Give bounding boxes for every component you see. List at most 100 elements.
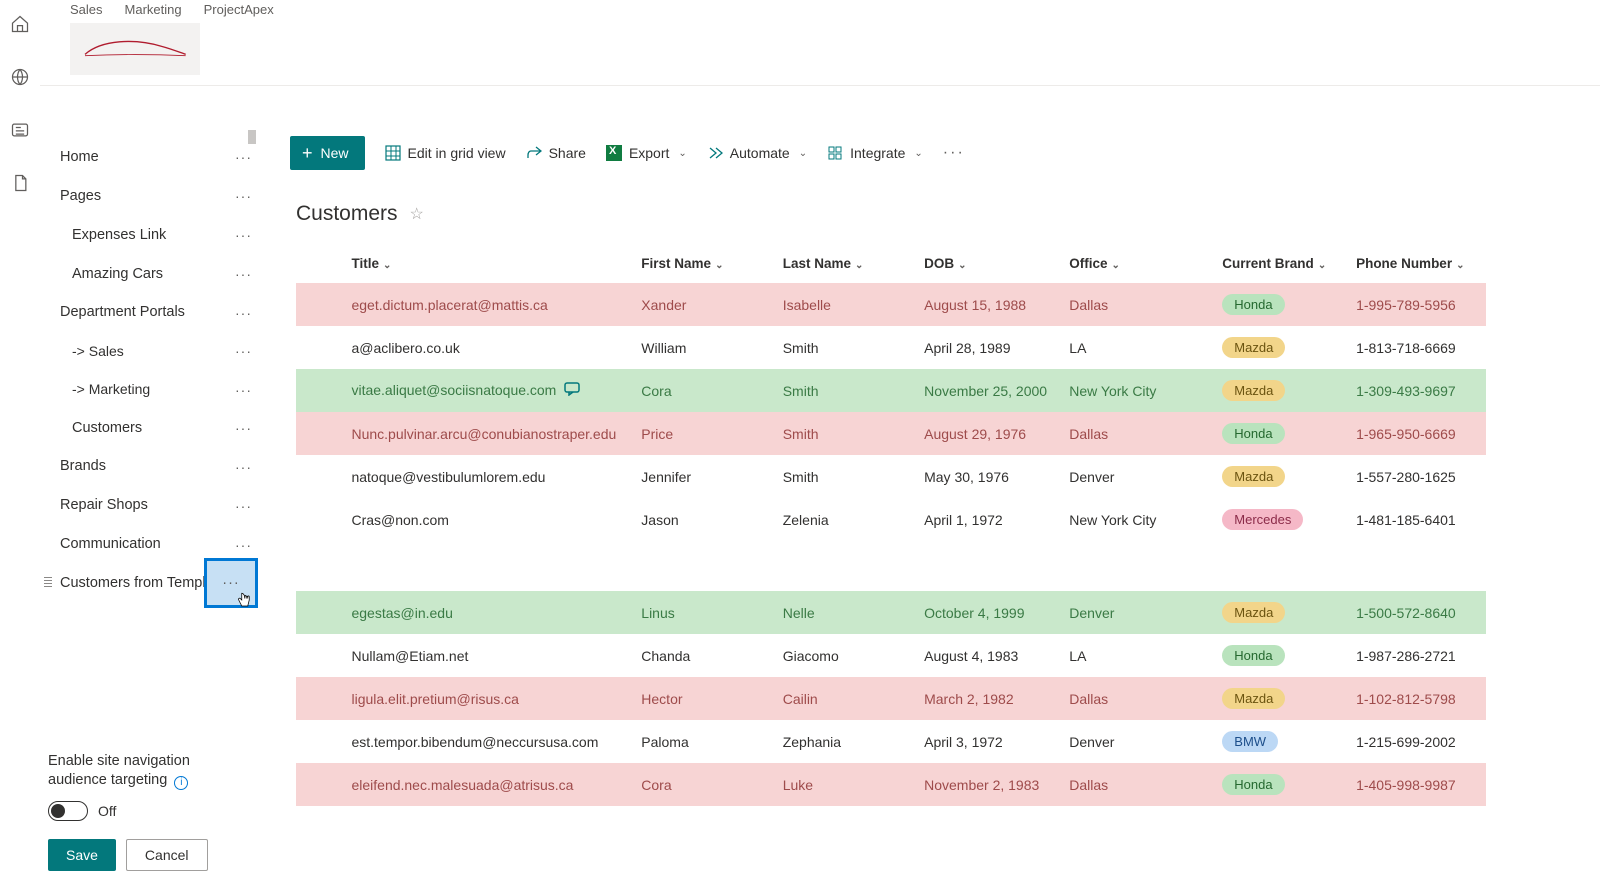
brand-pill: Honda — [1222, 774, 1284, 795]
col-header-firstname[interactable]: First Name⌄ — [641, 244, 782, 283]
col-header-office[interactable]: Office⌄ — [1069, 244, 1214, 283]
cell-office: Denver — [1069, 469, 1114, 485]
cell-phone: 1-995-789-5956 — [1356, 297, 1456, 313]
nav-scrollbar[interactable] — [248, 130, 256, 891]
cell-office: Dallas — [1069, 297, 1108, 313]
new-button[interactable]: +New — [290, 136, 365, 170]
home-icon[interactable] — [10, 14, 30, 37]
cell-dob: November 25, 2000 — [924, 383, 1047, 399]
nav-item[interactable]: Amazing Cars··· — [58, 255, 248, 294]
table-row[interactable]: eleifend.nec.malesuada@atrisus.caCoraLuk… — [296, 763, 1486, 806]
cell-lastname: Luke — [783, 777, 813, 793]
nav-item[interactable]: -> Marketing··· — [58, 370, 248, 408]
cell-dob: April 28, 1989 — [924, 340, 1010, 356]
table-row[interactable]: natoque@vestibulumlorem.eduJenniferSmith… — [296, 455, 1486, 498]
col-header-title[interactable]: Title⌄ — [351, 244, 641, 283]
nav-item-label: Repair Shops — [60, 496, 148, 515]
files-icon[interactable] — [10, 173, 30, 196]
brand-pill: Mercedes — [1222, 509, 1303, 530]
col-header-lastname[interactable]: Last Name⌄ — [783, 244, 924, 283]
favorite-star[interactable]: ☆ — [410, 204, 424, 224]
cell-phone: 1-215-699-2002 — [1356, 734, 1456, 750]
share-icon — [526, 145, 542, 161]
toolbar-more-button[interactable]: ··· — [943, 144, 965, 162]
nav-footer: Enable site navigation audience targetin… — [48, 752, 222, 871]
cell-dob: October 4, 1999 — [924, 605, 1024, 621]
cell-firstname: Hector — [641, 691, 682, 707]
cell-dob: August 15, 1988 — [924, 297, 1026, 313]
cell-phone: 1-309-493-9697 — [1356, 383, 1456, 399]
cell-lastname: Zelenia — [783, 512, 829, 528]
cell-office: Denver — [1069, 734, 1114, 750]
comment-icon[interactable] — [564, 382, 580, 399]
cell-firstname: Paloma — [641, 734, 688, 750]
col-header-brand[interactable]: Current Brand⌄ — [1214, 244, 1356, 283]
cell-phone: 1-965-950-6669 — [1356, 426, 1456, 442]
hub-tab-marketing[interactable]: Marketing — [125, 2, 182, 17]
table-row[interactable]: Cras@non.comJasonZeleniaApril 1, 1972New… — [296, 498, 1486, 541]
nav-item[interactable]: Customers··· — [58, 409, 248, 448]
hub-tab-projectapex[interactable]: ProjectApex — [204, 2, 274, 17]
nav-item[interactable]: Department Portals··· — [58, 293, 248, 332]
cell-firstname: Linus — [641, 605, 674, 621]
table-row[interactable]: Nullam@Etiam.netChandaGiacomoAugust 4, 1… — [296, 634, 1486, 677]
nav-item-label: Customers from Template — [60, 574, 226, 593]
cell-title: ligula.elit.pretium@risus.ca — [351, 691, 519, 707]
edit-grid-button[interactable]: Edit in grid view — [385, 145, 506, 161]
brand-pill: BMW — [1222, 731, 1278, 752]
hub-tab-sales[interactable]: Sales — [70, 2, 103, 17]
nav-item-label: Customers — [72, 419, 142, 438]
cell-office: Dallas — [1069, 691, 1108, 707]
nav-item-label: -> Marketing — [72, 380, 150, 398]
integrate-button[interactable]: Integrate⌄ — [827, 145, 923, 161]
excel-icon — [606, 145, 622, 161]
table-row[interactable]: eget.dictum.placerat@mattis.caXanderIsab… — [296, 283, 1486, 326]
nav-item[interactable]: Expenses Link··· — [58, 216, 248, 255]
table-row[interactable]: ligula.elit.pretium@risus.caHectorCailin… — [296, 677, 1486, 720]
site-logo[interactable] — [70, 23, 200, 75]
table-row[interactable]: est.tempor.bibendum@neccursusa.com Paloma… — [296, 720, 1486, 763]
nav-item[interactable]: Pages··· — [58, 177, 248, 216]
nav-item-label: Amazing Cars — [72, 265, 163, 284]
cell-firstname: William — [641, 340, 686, 356]
col-header-dob[interactable]: DOB⌄ — [924, 244, 1069, 283]
brand-pill: Honda — [1222, 423, 1284, 444]
table-row[interactable]: a@aclibero.co.ukWilliamSmithApril 28, 19… — [296, 326, 1486, 369]
cell-title: Nullam@Etiam.net — [351, 648, 468, 664]
save-button[interactable]: Save — [48, 839, 116, 871]
cell-firstname: Cora — [641, 777, 671, 793]
news-icon[interactable] — [10, 120, 30, 143]
nav-item[interactable]: Brands··· — [58, 447, 248, 486]
automate-button[interactable]: Automate⌄ — [707, 145, 807, 161]
cell-firstname: Jason — [641, 512, 678, 528]
cell-dob: April 3, 1972 — [924, 734, 1003, 750]
table-row[interactable]: vitae.aliquet@sociisnatoque.comCoraSmith… — [296, 369, 1486, 412]
share-button[interactable]: Share — [526, 145, 586, 161]
cell-title: Cras@non.com — [351, 512, 448, 528]
cancel-button[interactable]: Cancel — [126, 839, 208, 871]
cell-office: New York City — [1069, 512, 1156, 528]
chevron-down-icon: ⌄ — [678, 148, 686, 159]
nav-item[interactable]: -> Sales··· — [58, 332, 248, 370]
audience-toggle[interactable] — [48, 801, 88, 821]
cell-firstname: Jennifer — [641, 469, 691, 485]
nav-item[interactable]: Repair Shops··· — [58, 486, 248, 525]
audience-targeting-label: Enable site navigation audience targetin… — [48, 752, 222, 791]
nav-item-label: Communication — [60, 535, 161, 554]
table-row[interactable]: egestas@in.eduLinusNelleOctober 4, 1999D… — [296, 591, 1486, 634]
col-header-phone[interactable]: Phone Number⌄ — [1356, 244, 1486, 283]
brand-pill: Honda — [1222, 294, 1284, 315]
export-button[interactable]: Export⌄ — [606, 145, 687, 161]
info-icon[interactable]: i — [174, 776, 188, 790]
globe-icon[interactable] — [10, 67, 30, 90]
nav-item[interactable]: Customers from Template··· — [58, 564, 248, 603]
left-rail — [0, 0, 40, 891]
table-row[interactable]: Nunc.pulvinar.arcu@conubianostraper.eduP… — [296, 412, 1486, 455]
cell-title: est.tempor.bibendum@neccursusa.com — [351, 734, 598, 750]
cell-office: LA — [1069, 648, 1086, 664]
nav-item[interactable]: Home··· — [58, 138, 248, 177]
cell-dob: August 29, 1976 — [924, 426, 1026, 442]
cell-phone: 1-987-286-2721 — [1356, 648, 1456, 664]
cell-dob: November 2, 1983 — [924, 777, 1039, 793]
brand-pill: Mazda — [1222, 466, 1285, 487]
